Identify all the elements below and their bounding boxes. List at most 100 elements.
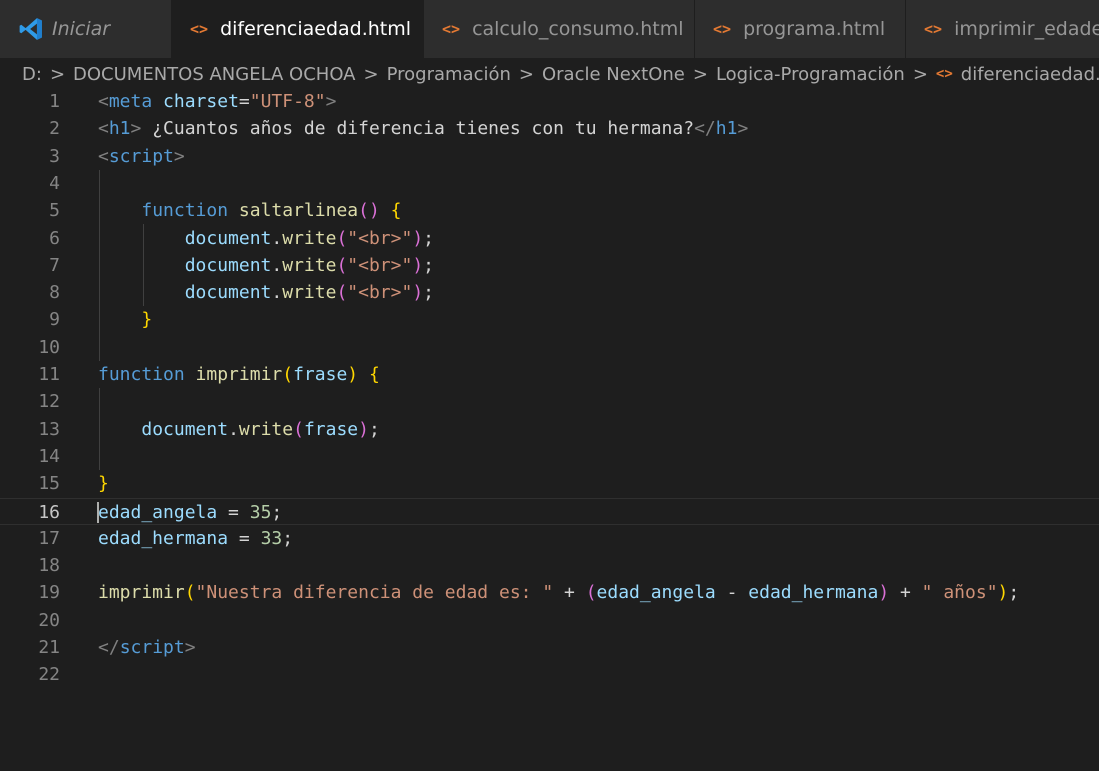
code-line[interactable]: 10 xyxy=(0,334,1099,361)
code-text: } xyxy=(98,306,152,333)
tab-programa[interactable]: <> programa.html xyxy=(695,0,906,58)
code-line[interactable]: 17 edad_hermana = 33; xyxy=(0,525,1099,552)
code-token: ( xyxy=(336,227,348,249)
code-line[interactable]: 8 document.write("<br>"); xyxy=(0,279,1099,306)
html-file-icon: <> xyxy=(924,20,943,38)
code-line[interactable]: 21 </script> xyxy=(0,634,1099,661)
code-token: document xyxy=(184,254,272,276)
code-token: ) xyxy=(412,227,424,249)
code-line[interactable]: 6 document.write("<br>"); xyxy=(0,225,1099,252)
code-token: ( xyxy=(184,582,196,604)
code-token: "UTF-8" xyxy=(249,91,326,112)
code-token: write xyxy=(282,227,337,249)
code-line[interactable]: 5 function saltarlinea() { xyxy=(0,197,1099,224)
code-token: ( xyxy=(336,282,348,304)
tab-label: diferenciaedad.html xyxy=(220,18,412,40)
code-token: < xyxy=(98,91,109,112)
code-token: edad_hermana xyxy=(98,527,229,549)
line-number: 21 xyxy=(38,637,60,658)
code-line[interactable]: 19 imprimir("Nuestra diferencia de edad e… xyxy=(0,579,1099,606)
code-token: imprimir xyxy=(195,364,283,385)
code-line[interactable]: 2 <h1> ¿Cuantos años de diferencia tienes… xyxy=(0,115,1099,142)
line-number: 20 xyxy=(38,609,60,631)
breadcrumb-item[interactable]: Logica-Programación xyxy=(716,64,905,85)
tab-iniciar[interactable]: Iniciar xyxy=(0,0,172,58)
line-number: 16 xyxy=(38,501,60,523)
code-token: edad_angela xyxy=(596,582,716,604)
code-token: write xyxy=(282,282,337,304)
code-line[interactable]: 16 edad_angela = 35; xyxy=(0,497,1099,526)
code-token: > xyxy=(130,118,142,140)
tab-imprimir-edades2[interactable]: <> imprimir_edades2 xyxy=(906,0,1099,58)
code-token: ( xyxy=(336,254,348,276)
line-number: 10 xyxy=(38,336,60,358)
code-line[interactable]: 12 xyxy=(0,388,1099,415)
code-text: <meta charset="UTF-8"> xyxy=(98,88,336,115)
tab-label: calculo_consumo.html xyxy=(472,18,684,40)
code-token: h1 xyxy=(108,118,131,140)
code-line[interactable]: 9 } xyxy=(0,306,1099,333)
code-text: <h1> ¿Cuantos años de diferencia tienes … xyxy=(98,115,748,142)
code-token: < xyxy=(98,118,109,140)
code-token: ; xyxy=(1008,582,1020,604)
breadcrumb-item[interactable]: D: xyxy=(22,64,42,85)
code-line[interactable]: 14 xyxy=(0,443,1099,470)
breadcrumb-item[interactable]: DOCUMENTOS ANGELA OCHOA xyxy=(73,64,355,85)
breadcrumb-item[interactable]: Oracle NextOne xyxy=(542,64,685,85)
code-token: ; xyxy=(271,501,283,523)
vscode-logo-icon xyxy=(19,18,42,40)
code-line[interactable]: 11 function imprimir(frase) { xyxy=(0,361,1099,388)
chevron-right-icon: > xyxy=(912,63,928,85)
code-text: document.write(frase); xyxy=(98,416,379,443)
code-editor[interactable]: 1 <meta charset="UTF-8"> 2 <h1> ¿Cuantos añ… xyxy=(0,88,1099,771)
code-text: document.write("<br>"); xyxy=(98,279,434,306)
code-line[interactable]: 7 document.write("<br>"); xyxy=(0,252,1099,279)
chevron-right-icon: > xyxy=(692,63,708,85)
line-number: 19 xyxy=(38,582,60,604)
code-line[interactable]: 4 xyxy=(0,170,1099,197)
code-token: frase xyxy=(293,364,348,385)
tab-label: Iniciar xyxy=(52,18,111,40)
code-token: ; xyxy=(423,227,434,249)
tab-calculo-consumo[interactable]: <> calculo_consumo.html xyxy=(424,0,695,58)
code-token: > xyxy=(737,118,749,140)
code-line[interactable]: 1 <meta charset="UTF-8"> xyxy=(0,88,1099,115)
code-token: + xyxy=(553,582,586,604)
code-token: meta xyxy=(108,91,153,112)
breadcrumb-item[interactable]: diferenciaedad.html xyxy=(961,64,1099,85)
chevron-right-icon: > xyxy=(518,63,534,85)
code-token: . xyxy=(271,282,283,304)
code-text: document.write("<br>"); xyxy=(98,252,434,279)
code-token: </ xyxy=(98,637,120,658)
code-line[interactable]: 20 xyxy=(0,607,1099,634)
breadcrumb-item[interactable]: Programación xyxy=(387,64,511,85)
code-token: script xyxy=(108,145,174,167)
code-token: ( xyxy=(585,582,597,604)
code-token: { xyxy=(390,200,402,222)
code-token: document xyxy=(141,418,229,440)
code-line[interactable]: 3 <script> xyxy=(0,143,1099,170)
code-token: "<br>" xyxy=(347,254,413,276)
code-token: ) xyxy=(412,254,424,276)
code-line[interactable]: 13 document.write(frase); xyxy=(0,416,1099,443)
code-token: ¿Cuantos años de diferencia tienes con t… xyxy=(141,118,695,140)
code-token: document xyxy=(184,227,272,249)
code-line[interactable]: 18 xyxy=(0,552,1099,579)
code-token: edad_angela xyxy=(98,501,218,523)
tab-diferenciaedad[interactable]: <> diferenciaedad.html ✕ xyxy=(172,0,446,58)
code-line[interactable]: 15} xyxy=(0,470,1099,497)
indent-guide xyxy=(143,224,144,306)
code-token: = xyxy=(238,91,250,112)
code-text: edad_hermana = 33; xyxy=(98,525,293,552)
code-token: . xyxy=(228,418,239,440)
code-text: </script> xyxy=(98,634,196,661)
code-token: write xyxy=(282,254,337,276)
code-text: edad_angela = 35; xyxy=(98,499,282,526)
code-text: function saltarlinea() { xyxy=(98,197,402,224)
code-token: = xyxy=(217,501,250,523)
code-line[interactable]: 22 xyxy=(0,661,1099,688)
